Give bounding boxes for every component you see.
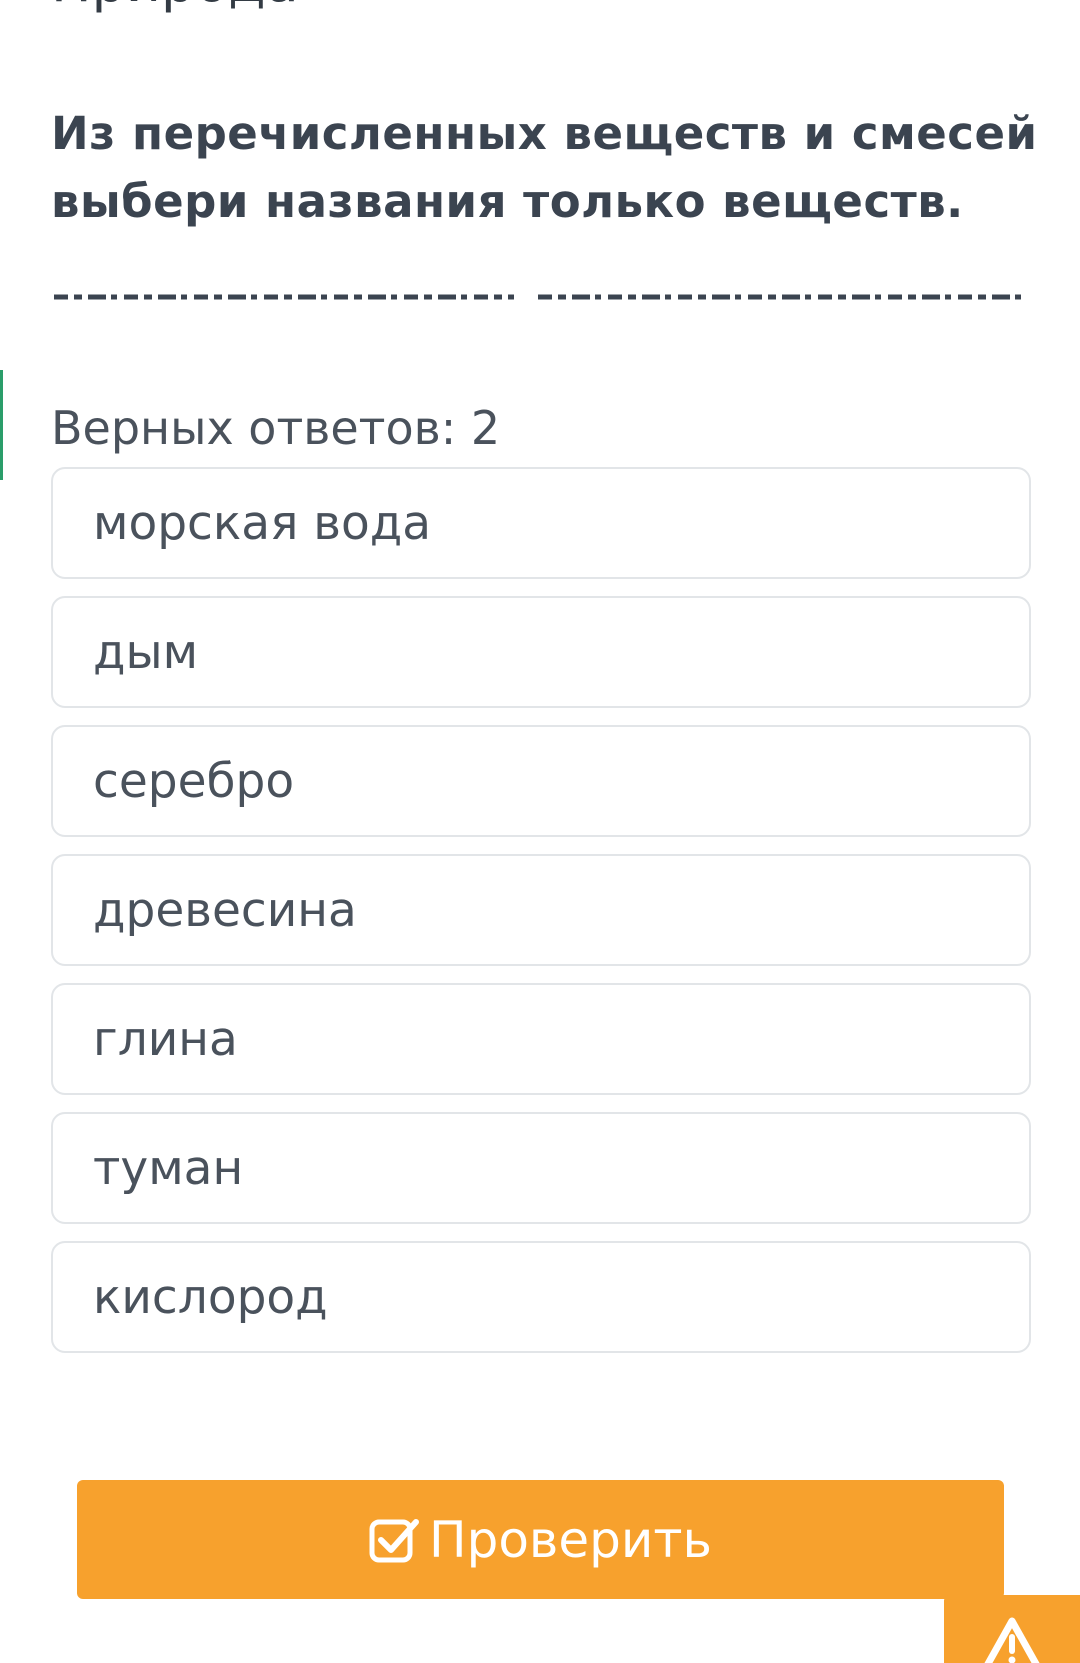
answer-option[interactable]: кислород bbox=[51, 1241, 1031, 1353]
answer-option[interactable]: дым bbox=[51, 596, 1031, 708]
report-button[interactable] bbox=[944, 1595, 1080, 1663]
answer-options: морская вода дым серебро древесина глина… bbox=[51, 467, 1031, 1370]
question-text: Из перечисленных веществ и смесей выбери… bbox=[51, 107, 1038, 228]
active-indicator bbox=[0, 370, 3, 480]
answer-option[interactable]: глина bbox=[51, 983, 1031, 1095]
answer-option[interactable]: морская вода bbox=[51, 467, 1031, 579]
check-button[interactable]: Проверить bbox=[77, 1480, 1004, 1599]
answer-option[interactable]: туман bbox=[51, 1112, 1031, 1224]
correct-answers-count: Верных ответов: 2 bbox=[51, 401, 501, 455]
answer-option[interactable]: древесина bbox=[51, 854, 1031, 966]
page-title: Природа bbox=[51, 0, 299, 10]
check-button-label: Проверить bbox=[429, 1510, 712, 1569]
answer-option[interactable]: серебро bbox=[51, 725, 1031, 837]
checkbox-check-icon bbox=[369, 1518, 419, 1562]
warning-icon bbox=[984, 1617, 1040, 1663]
divider bbox=[54, 294, 1028, 300]
